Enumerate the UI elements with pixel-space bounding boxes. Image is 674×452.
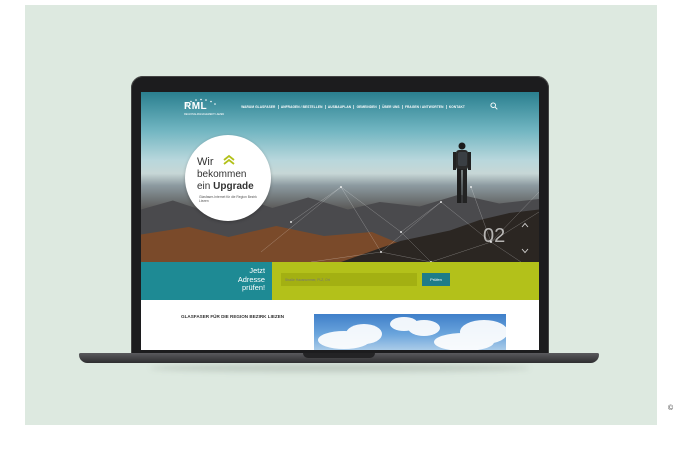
address-input[interactable]	[281, 273, 417, 286]
headline-subline: Glasfaser-Internet für die Region Bezirk…	[199, 195, 257, 203]
top-navigation: RML REGIONALMANAGEMENT LIEZEN WARUM GLAS…	[141, 92, 539, 122]
headline-line-2: bekommen	[197, 169, 247, 180]
nav-item-gemeinden[interactable]: GEMEINDEN	[354, 105, 380, 109]
chevron-down-icon[interactable]	[521, 248, 529, 254]
laptop-shadow	[150, 364, 530, 372]
laptop-screen: RML REGIONALMANAGEMENT LIEZEN WARUM GLAS…	[141, 92, 539, 350]
nav-item-ausbauplan[interactable]: AUSBAUPLAN	[326, 105, 355, 109]
side-caption: ©	[668, 405, 674, 412]
hero-banner: RML REGIONALMANAGEMENT LIEZEN WARUM GLAS…	[141, 92, 539, 262]
chevron-up-icon[interactable]	[521, 222, 529, 228]
double-chevron-up-icon	[223, 155, 235, 165]
headline-line-3: ein Upgrade	[197, 181, 254, 192]
headline-prefix: ein	[197, 181, 211, 192]
nav-item-fragen[interactable]: FRAGEN / ANTWORTEN	[403, 105, 447, 109]
address-check-label: Jetzt Adresse prüfen!	[217, 266, 265, 293]
headline-line-1: Wir	[197, 156, 214, 168]
nav-item-warum-glasfaser[interactable]: WARUM GLASFASER	[239, 105, 279, 109]
address-label-line-3: prüfen!	[241, 283, 265, 292]
check-address-button[interactable]: Prüfen	[422, 273, 450, 286]
headline-upgrade: Upgrade	[213, 181, 254, 192]
logo-text[interactable]: RML	[184, 101, 207, 112]
nav-item-kontakt[interactable]: KONTAKT	[447, 105, 467, 109]
slide-counter: 02	[483, 225, 506, 247]
hiker-figure	[453, 142, 471, 203]
logo-subtitle: REGIONALMANAGEMENT LIEZEN	[184, 113, 225, 116]
search-icon[interactable]	[490, 102, 498, 110]
nav-item-anfragen[interactable]: ANFRAGEN / BESTELLEN	[279, 105, 326, 109]
cloud-graphic	[318, 317, 506, 350]
sky-clouds-image	[314, 314, 506, 350]
nav-menu: WARUM GLASFASER ANFRAGEN / BESTELLEN AUS…	[239, 105, 467, 109]
section-title: GLASFASER FÜR DIE REGION BEZIRK LIEZEN	[181, 314, 285, 319]
laptop-notch	[303, 353, 375, 358]
nav-item-ueber-uns[interactable]: ÜBER UNS	[380, 105, 403, 109]
